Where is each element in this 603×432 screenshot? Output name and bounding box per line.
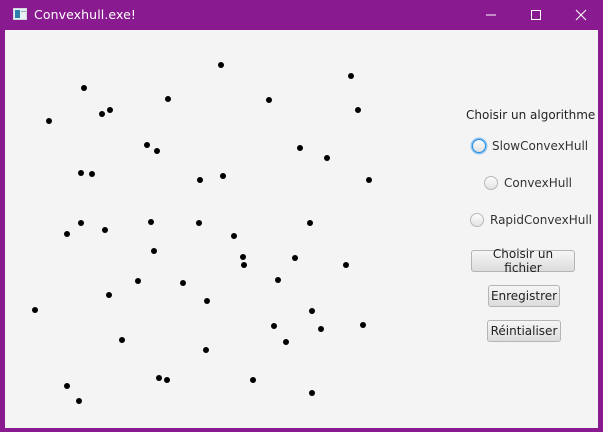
radio-button[interactable] xyxy=(472,139,486,153)
point-13 xyxy=(324,155,330,161)
point-17 xyxy=(220,173,226,179)
point-36 xyxy=(32,307,38,313)
point-33 xyxy=(275,277,281,283)
point-47 xyxy=(64,383,70,389)
point-45 xyxy=(164,377,170,383)
point-34 xyxy=(106,292,112,298)
point-41 xyxy=(119,337,125,343)
point-18 xyxy=(366,177,372,183)
window-client-area: Choisir un algorithme SlowConvexHull Con… xyxy=(5,30,598,428)
radio-button[interactable] xyxy=(484,176,498,190)
point-21 xyxy=(196,220,202,226)
point-15 xyxy=(89,171,95,177)
title-bar[interactable]: Convexhull.exe! xyxy=(0,0,603,30)
point-25 xyxy=(231,233,237,239)
point-28 xyxy=(292,255,298,261)
point-19 xyxy=(78,220,84,226)
close-icon xyxy=(575,9,587,21)
radio-option-rapidconvexhull[interactable]: RapidConvexHull xyxy=(470,213,592,227)
point-2 xyxy=(348,73,354,79)
radio-label: ConvexHull xyxy=(504,176,572,190)
reset-button[interactable]: Réintialiser xyxy=(487,320,561,342)
algorithm-heading: Choisir un algorithme xyxy=(466,108,596,122)
point-9 xyxy=(46,118,52,124)
point-46 xyxy=(250,377,256,383)
point-10 xyxy=(144,142,150,148)
point-37 xyxy=(309,308,315,314)
radio-label: RapidConvexHull xyxy=(490,213,592,227)
minimize-button[interactable] xyxy=(468,0,514,30)
radio-button[interactable] xyxy=(470,213,484,227)
close-button[interactable] xyxy=(558,0,603,30)
point-49 xyxy=(76,398,82,404)
point-23 xyxy=(64,231,70,237)
point-30 xyxy=(343,262,349,268)
point-11 xyxy=(154,148,160,154)
maximize-button[interactable] xyxy=(513,0,559,30)
point-16 xyxy=(197,177,203,183)
choose-file-button[interactable]: Choisir un fichier xyxy=(471,247,575,275)
points-canvas[interactable] xyxy=(5,30,445,428)
point-26 xyxy=(151,248,157,254)
minimize-icon xyxy=(486,14,496,16)
point-24 xyxy=(102,227,108,233)
point-48 xyxy=(309,390,315,396)
point-39 xyxy=(318,326,324,332)
point-35 xyxy=(204,298,210,304)
point-22 xyxy=(307,220,313,226)
radio-label: SlowConvexHull xyxy=(492,139,589,153)
point-44 xyxy=(156,375,162,381)
point-4 xyxy=(165,96,171,102)
point-38 xyxy=(271,323,277,329)
point-29 xyxy=(241,262,247,268)
point-7 xyxy=(107,107,113,113)
point-14 xyxy=(78,170,84,176)
point-42 xyxy=(283,339,289,345)
point-32 xyxy=(180,280,186,286)
point-8 xyxy=(99,111,105,117)
radio-option-convexhull[interactable]: ConvexHull xyxy=(484,176,572,190)
point-3 xyxy=(81,85,87,91)
point-31 xyxy=(135,278,141,284)
app-icon xyxy=(13,8,27,20)
radio-option-slowconvexhull[interactable]: SlowConvexHull xyxy=(472,139,588,153)
point-43 xyxy=(203,347,209,353)
point-6 xyxy=(355,107,361,113)
point-12 xyxy=(297,145,303,151)
window-title: Convexhull.exe! xyxy=(34,7,137,22)
save-button[interactable]: Enregistrer xyxy=(488,285,560,307)
point-27 xyxy=(240,254,246,260)
point-20 xyxy=(148,219,154,225)
maximize-icon xyxy=(531,10,541,20)
point-5 xyxy=(266,97,272,103)
point-1 xyxy=(218,62,224,68)
point-40 xyxy=(360,322,366,328)
